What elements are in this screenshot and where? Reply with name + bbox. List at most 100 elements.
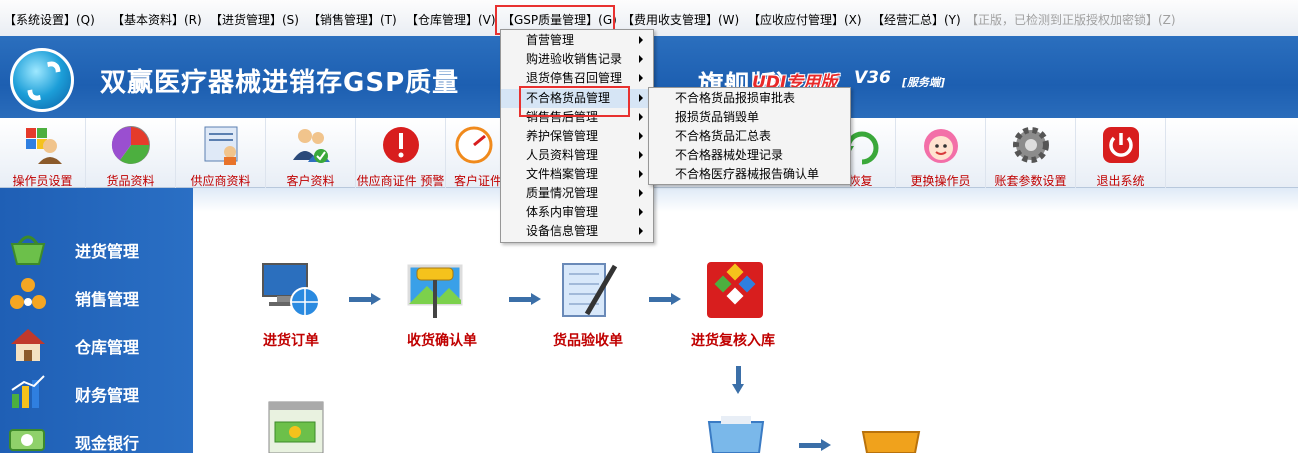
chevron-right-icon <box>639 36 643 44</box>
submenu-item-destruction-sheet[interactable]: 报损货品销毁单 <box>649 108 850 127</box>
sidebar: 进货管理 销售管理 仓库管理 财务管理 现金银行 <box>0 188 193 453</box>
menu-system-settings[interactable]: 【系统设置】(Q) <box>4 12 95 28</box>
sidebar-item-label: 销售管理 <box>75 290 140 309</box>
chevron-right-icon <box>639 170 643 178</box>
menu-item-label: 设备信息管理 <box>526 224 599 238</box>
flow-arrow-right-icon <box>649 293 683 305</box>
menu-business-summary[interactable]: 【经营汇总】(Y) <box>872 12 961 28</box>
toolbar-label: 账套参数设置 <box>994 174 1067 188</box>
submenu-item-report-confirmation[interactable]: 不合格医疗器械报告确认单 <box>649 165 850 184</box>
menu-warehouse[interactable]: 【仓库管理】(V) <box>406 12 496 28</box>
server-label: [服务端] <box>902 76 946 89</box>
app-title: 双赢医疗器械进销存GSP质量 <box>100 68 460 98</box>
workflow-top-band <box>193 188 1298 212</box>
toolbar-label: 客户证件 <box>454 174 503 188</box>
sidebar-item-finance[interactable]: 财务管理 <box>0 368 193 416</box>
chevron-right-icon <box>639 113 643 121</box>
menu-item-internal-audit[interactable]: 体系内审管理 <box>501 203 653 222</box>
menu-item-equipment-info[interactable]: 设备信息管理 <box>501 222 653 241</box>
menu-item-label: 人员资料管理 <box>526 148 599 162</box>
menu-license-status: 【正版，已检测到正版授权加密锁】(Z) <box>966 13 1176 27</box>
avatar-icon <box>923 129 958 163</box>
toolbar-account-settings-button[interactable]: 账套参数设置 <box>986 118 1076 188</box>
chevron-right-icon <box>639 227 643 235</box>
menu-item-label: 购进验收销售记录 <box>526 52 623 66</box>
submenu-item-handling-record[interactable]: 不合格器械处理记录 <box>649 146 850 165</box>
toolbar-customer-cert-button[interactable]: 客户证件 <box>446 118 502 188</box>
flow-label: 进货复核入库 <box>691 333 775 349</box>
warning-icon <box>382 127 419 163</box>
submenu-item-loss-approval[interactable]: 不合格货品报损审批表 <box>649 89 850 108</box>
toolbar-label: 货品资料 <box>106 174 155 188</box>
flow-label: 进货订单 <box>263 333 319 349</box>
flow-arrow-down-icon <box>732 366 744 396</box>
menu-expenses[interactable]: 【费用收支管理】(W) <box>622 12 739 28</box>
sidebar-item-warehouse[interactable]: 仓库管理 <box>0 320 193 368</box>
app-logo-icon <box>10 48 74 112</box>
diamond-box-icon <box>707 262 763 318</box>
toolbar-supplier-data-button[interactable]: 供应商资料 <box>176 118 266 188</box>
basket-icon <box>10 235 46 265</box>
pie-chart-icon <box>111 126 150 164</box>
toolbar-customer-data-button[interactable]: 客户资料 <box>266 118 356 188</box>
menu-item-purchase-acceptance-records[interactable]: 购进验收销售记录 <box>501 50 653 69</box>
sidebar-item-label: 仓库管理 <box>75 338 140 357</box>
flow-receipt-confirmation[interactable]: 收货确认单 <box>403 258 483 353</box>
menu-item-personnel[interactable]: 人员资料管理 <box>501 146 653 165</box>
toolbar-exit-button[interactable]: 退出系统 <box>1076 118 1166 188</box>
menu-item-label: 质量情况管理 <box>526 186 599 200</box>
chevron-right-icon <box>639 55 643 63</box>
toolbar-label: 退出系统 <box>1096 174 1145 188</box>
sidebar-item-sales[interactable]: 销售管理 <box>0 272 193 320</box>
chevron-right-icon <box>639 74 643 82</box>
menu-basic-data[interactable]: 【基本资料】(R) <box>112 12 202 28</box>
sidebar-item-cash-bank[interactable]: 现金银行 <box>0 416 193 453</box>
menu-item-first-operation[interactable]: 首营管理 <box>501 31 653 50</box>
sidebar-item-label: 现金银行 <box>75 434 140 453</box>
submenu-item-summary-table[interactable]: 不合格货品汇总表 <box>649 127 850 146</box>
menu-purchase[interactable]: 【进货管理】(S) <box>210 12 299 28</box>
flow-arrow-right-icon <box>349 293 383 305</box>
gsp-quality-dropdown-menu: 首营管理 购进验收销售记录 退货停售召回管理 不合格货品管理 销售售后管理 养护… <box>500 29 654 243</box>
nonconforming-item-highlight <box>519 86 630 117</box>
menu-receivables-payables[interactable]: 【应收应付管理】(X) <box>748 12 862 28</box>
blueprint-icon <box>562 263 618 317</box>
chevron-right-icon <box>639 132 643 140</box>
toolbar-product-data-button[interactable]: 货品资料 <box>86 118 176 188</box>
chevron-right-icon <box>639 151 643 159</box>
menu-item-label: 养护保管管理 <box>526 129 599 143</box>
gauge-icon <box>455 126 492 164</box>
users-icon <box>25 128 62 164</box>
house-icon <box>11 329 45 361</box>
menu-item-file-archives[interactable]: 文件档案管理 <box>501 165 653 184</box>
menu-item-label: 首营管理 <box>526 33 575 47</box>
gear-icon <box>1012 127 1049 163</box>
toolbar-label: 客户资料 <box>286 174 335 188</box>
flow-arrow-right-icon <box>799 439 833 451</box>
menu-sales[interactable]: 【销售管理】(T) <box>308 12 397 28</box>
flow-purchase-review-stock-in[interactable]: 进货复核入库 <box>691 258 793 353</box>
toolbar-label: 更换操作员 <box>910 174 971 188</box>
money-notepad-icon <box>268 401 324 453</box>
menu-item-maintenance-storage[interactable]: 养护保管管理 <box>501 127 653 146</box>
finance-icon <box>11 375 45 408</box>
customers-icon <box>292 129 330 163</box>
menu-item-quality-status[interactable]: 质量情况管理 <box>501 184 653 203</box>
toolbar-label: 操作员设置 <box>12 174 73 188</box>
toolbar-supplier-cert-warning-button[interactable]: 供应商证件 预警 <box>356 118 446 188</box>
cash-icon <box>9 429 45 451</box>
menu-item-label: 体系内审管理 <box>526 205 599 219</box>
chevron-right-icon <box>639 94 643 102</box>
version-label: V36 <box>854 68 891 88</box>
supplier-card-icon <box>204 126 237 165</box>
flow-purchase-order[interactable]: 进货订单 <box>259 258 331 353</box>
sidebar-item-purchase[interactable]: 进货管理 <box>0 224 193 272</box>
power-icon <box>1102 127 1139 163</box>
paint-roller-icon <box>407 264 463 318</box>
flow-label: 货品验收单 <box>553 333 623 349</box>
menu-item-label: 退货停售召回管理 <box>526 71 623 85</box>
toolbar-switch-operator-button[interactable]: 更换操作员 <box>896 118 986 188</box>
flow-goods-acceptance[interactable]: 货品验收单 <box>553 258 637 353</box>
menu-item-label: 文件档案管理 <box>526 167 599 181</box>
toolbar-operator-settings-button[interactable]: 操作员设置 <box>0 118 86 188</box>
